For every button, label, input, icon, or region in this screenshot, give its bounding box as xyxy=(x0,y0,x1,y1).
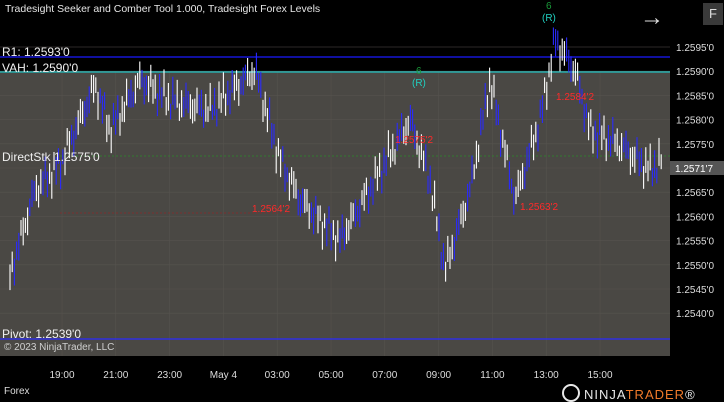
ninjatrader-logo: NINJATRADER® xyxy=(562,384,696,402)
price-tick-label: 1.2540'0 xyxy=(676,309,714,320)
time-tick-label: 03:00 xyxy=(265,370,290,381)
price-tick-label: 1.2550'0 xyxy=(676,261,714,272)
last-price-text: 1.2571'7 xyxy=(675,164,713,175)
price-tick-label: 1.2595'0 xyxy=(676,43,714,54)
vah-label: VAH: 1.2590'0 xyxy=(2,61,79,75)
time-tick-label: 13:00 xyxy=(534,370,559,381)
level-annotation: 1.2563'2 xyxy=(520,202,558,213)
signal-annotation: 6 xyxy=(546,1,552,12)
ninjatrader-logo-icon xyxy=(562,384,580,402)
price-tick-label: 1.2575'0 xyxy=(676,140,714,151)
price-tick-label: 1.2590'0 xyxy=(676,67,714,78)
copyright: © 2023 NinjaTrader, LLC xyxy=(4,342,115,353)
signal-annotation: 6 xyxy=(416,66,422,77)
time-tick-label: 11:00 xyxy=(480,370,505,381)
time-tick-label: 09:00 xyxy=(426,370,451,381)
price-tick-label: 1.2555'0 xyxy=(676,237,714,248)
level-annotation: 1.2575'2 xyxy=(395,135,433,146)
level-annotation: 1.2564'2 xyxy=(252,204,290,215)
price-tick-label: 1.2565'0 xyxy=(676,188,714,199)
panel-flag[interactable]: F xyxy=(703,3,723,25)
signal-annotation: (R) xyxy=(542,13,556,24)
time-tick-label: 05:00 xyxy=(318,370,343,381)
logo-trader: TRADER xyxy=(625,387,686,402)
price-tick-label: 1.2560'0 xyxy=(676,212,714,223)
time-tick-label: 07:00 xyxy=(372,370,397,381)
signal-annotation: (R) xyxy=(412,78,426,89)
time-tick-label: 21:00 xyxy=(103,370,128,381)
price-tick-label: 1.2585'0 xyxy=(676,91,714,102)
time-tick-label: 23:00 xyxy=(157,370,182,381)
price-tick-label: 1.2580'0 xyxy=(676,116,714,127)
r1-label: R1: 1.2593'0 xyxy=(2,45,70,59)
price-chart[interactable]: 1.2595'0 1.2590'0 1.2585'0 1.2580'0 1.2575'0… xyxy=(0,0,724,401)
time-tick-label: May 4 xyxy=(210,370,238,381)
time-tick-label: 19:00 xyxy=(49,370,74,381)
instrument-label: Forex xyxy=(4,386,30,397)
pivot-label: Pivot: 1.2539'0 xyxy=(2,327,82,341)
logo-ninja: NINJA xyxy=(584,387,626,402)
logo-suffix: ® xyxy=(685,387,696,402)
overlap-label: DirectStk 1.2575'0 xyxy=(2,150,100,164)
time-tick-label: 15:00 xyxy=(587,370,612,381)
price-tick-label: 1.2545'0 xyxy=(676,285,714,296)
arrow-right-icon[interactable]: → xyxy=(640,6,666,32)
level-annotation: 1.2584'2 xyxy=(556,92,594,103)
chart-title: Tradesight Seeker and Comber Tool 1.000,… xyxy=(5,3,321,15)
